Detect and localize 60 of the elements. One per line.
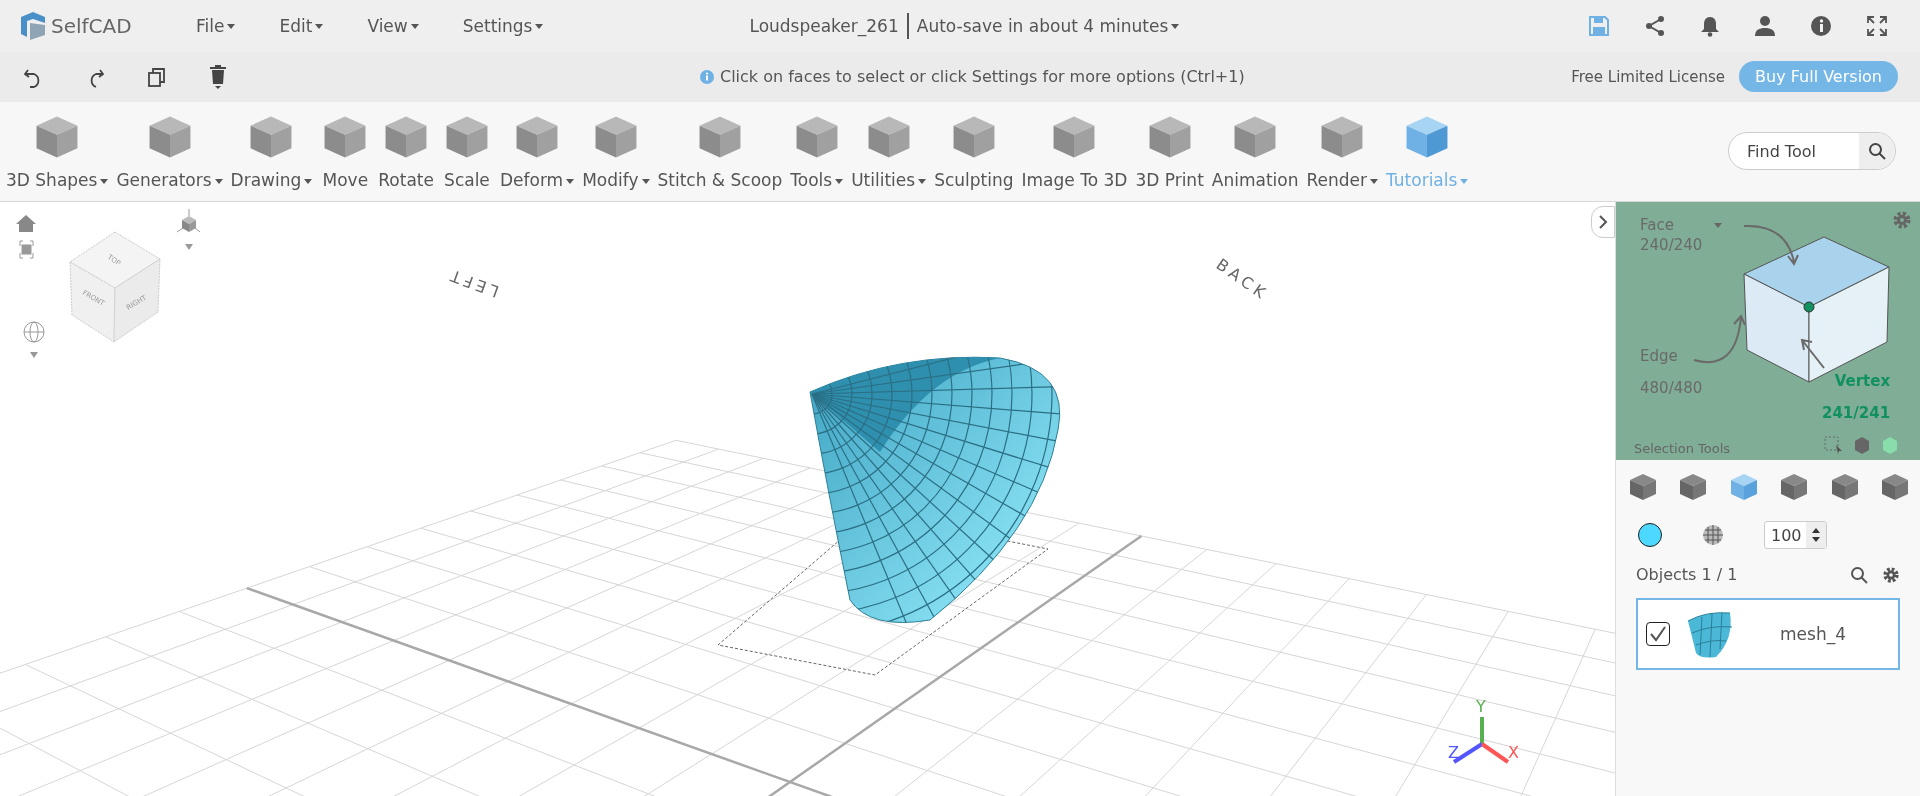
orbit-icon[interactable] bbox=[23, 321, 45, 343]
tool-button[interactable]: Tools bbox=[786, 112, 848, 191]
autosave-dropdown[interactable]: Auto-save in about 4 minutes bbox=[916, 15, 1180, 36]
floor-label: LEFT bbox=[444, 264, 502, 302]
tool-button[interactable]: Scale bbox=[437, 112, 496, 191]
copy-icon[interactable] bbox=[146, 65, 168, 88]
objects-count: Objects 1 / 1 bbox=[1636, 565, 1738, 584]
panel-title: Selection Tools bbox=[1634, 441, 1731, 456]
object-list-item[interactable]: mesh_4 bbox=[1636, 598, 1900, 670]
checkmark-icon bbox=[1649, 626, 1667, 642]
info-icon bbox=[700, 69, 714, 84]
caret-icon[interactable] bbox=[185, 244, 193, 250]
tool-button[interactable]: Move bbox=[316, 112, 375, 191]
chevron-right-icon bbox=[1598, 215, 1608, 229]
license-text: Free Limited License bbox=[1571, 67, 1726, 86]
user-icon[interactable] bbox=[1754, 14, 1776, 37]
trash-icon[interactable] bbox=[208, 63, 228, 90]
spinner-arrows-icon[interactable] bbox=[1810, 527, 1821, 543]
logo-icon bbox=[18, 10, 48, 41]
fullscreen-icon[interactable] bbox=[1866, 14, 1888, 37]
box-select-icon[interactable] bbox=[1824, 436, 1844, 454]
app-name: SelfCAD bbox=[51, 13, 132, 38]
document-title: Loudspeaker_261 bbox=[749, 15, 899, 36]
hint-text: Click on faces to select or click Settings for more options (Ctrl+1) bbox=[720, 67, 1245, 87]
tool-button[interactable]: Stitch & Scoop bbox=[653, 112, 787, 191]
menu-item[interactable]: View bbox=[349, 11, 437, 40]
share-icon[interactable] bbox=[1644, 14, 1666, 37]
tool-button[interactable]: Sculpting bbox=[930, 112, 1018, 191]
bell-icon[interactable] bbox=[1700, 14, 1720, 37]
tool-button[interactable]: Deform bbox=[495, 112, 579, 191]
menu-item[interactable]: Settings bbox=[444, 11, 562, 40]
tool-button[interactable]: Render bbox=[1302, 112, 1382, 191]
perspective-cube-icon[interactable] bbox=[176, 208, 201, 233]
tool-button[interactable]: Generators bbox=[112, 112, 227, 191]
search-icon[interactable] bbox=[1868, 142, 1886, 161]
tool-button[interactable]: Rotate bbox=[374, 112, 438, 191]
caret-icon[interactable] bbox=[30, 352, 38, 358]
visibility-checkbox[interactable] bbox=[1646, 622, 1670, 646]
settings-icon[interactable] bbox=[1882, 565, 1900, 584]
tool-button[interactable]: 3D Print bbox=[1131, 112, 1208, 191]
tool-button[interactable]: Image To 3D bbox=[1017, 112, 1132, 191]
info-icon[interactable] bbox=[1810, 14, 1832, 37]
tool-button[interactable]: Drawing bbox=[226, 112, 317, 191]
texture-sphere-icon[interactable] bbox=[1702, 524, 1724, 546]
opacity-input[interactable]: 100 bbox=[1764, 521, 1827, 549]
tool-button[interactable]: 3D Shapes bbox=[2, 112, 113, 191]
tool-button[interactable]: Animation bbox=[1207, 112, 1303, 191]
axis-label: Y bbox=[1476, 697, 1486, 716]
menu-item[interactable]: File bbox=[178, 11, 254, 40]
zoom-fit-icon[interactable] bbox=[19, 240, 34, 259]
home-icon[interactable] bbox=[16, 215, 36, 232]
tool-button[interactable]: Modify bbox=[578, 112, 654, 191]
mesh-thumbnail bbox=[1686, 609, 1734, 659]
axis-label: X bbox=[1508, 743, 1519, 762]
menu-item[interactable]: Edit bbox=[261, 11, 342, 40]
color-swatch[interactable] bbox=[1638, 523, 1662, 547]
search-icon[interactable] bbox=[1850, 565, 1868, 584]
axis-label: Z bbox=[1448, 743, 1459, 762]
tool-button[interactable]: Utilities bbox=[847, 112, 931, 191]
collapse-panel-button[interactable] bbox=[1591, 206, 1615, 238]
